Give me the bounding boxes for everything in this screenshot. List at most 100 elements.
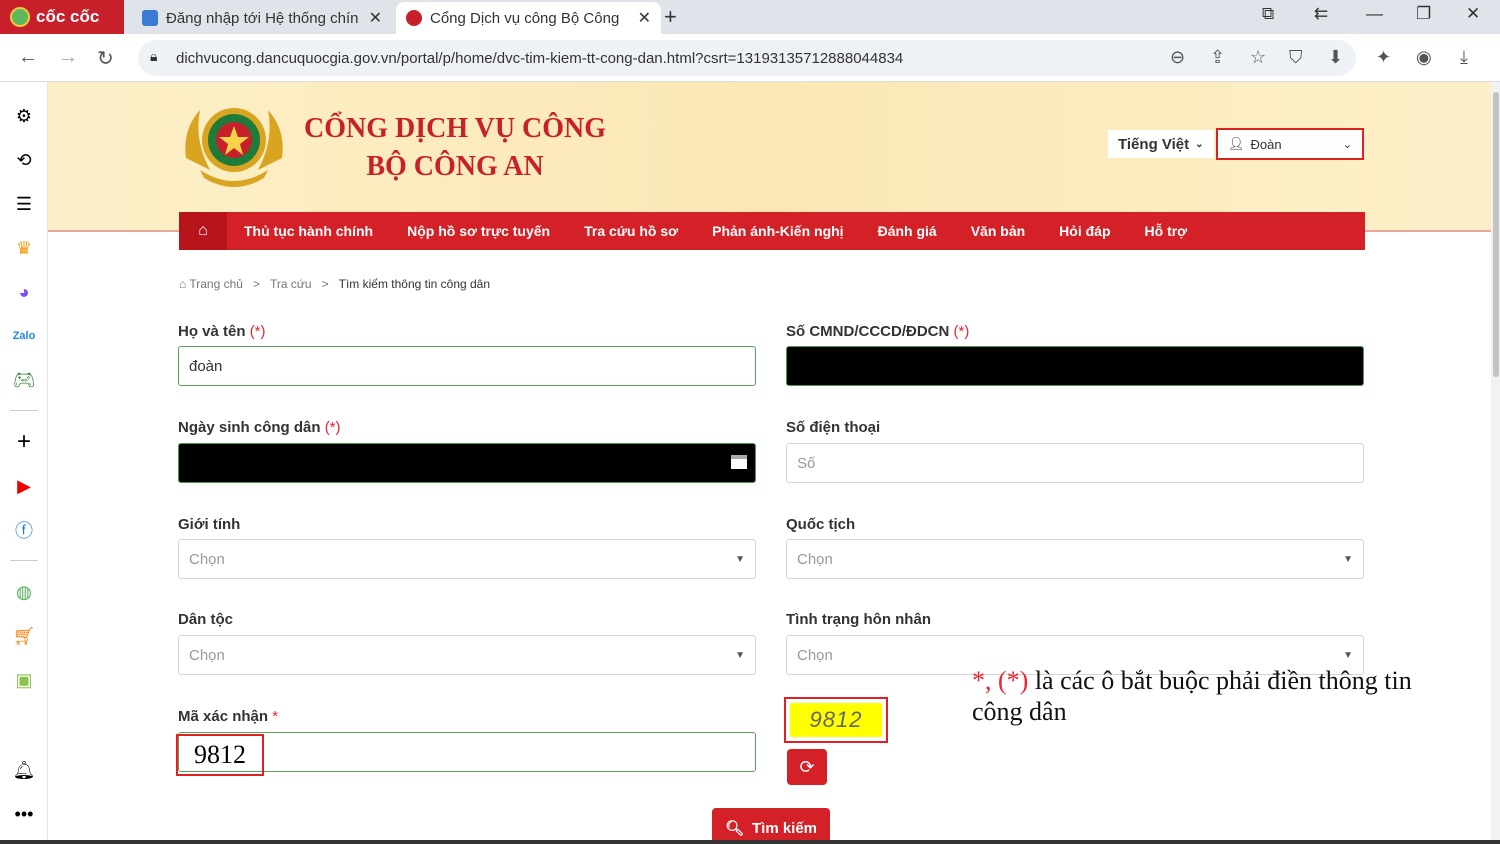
tab-strip: cốc cốc Đăng nhập tới Hệ thống chín ✕ Cổ…: [0, 0, 1500, 34]
main-nav: ⌂ Thủ tục hành chính Nộp hồ sơ trực tuyế…: [179, 212, 1365, 250]
new-tab-icon[interactable]: +: [664, 4, 677, 30]
tab-portal[interactable]: Cổng Dịch vụ công Bộ Công ✕: [396, 2, 661, 34]
app-icon[interactable]: ▣: [12, 668, 36, 692]
crown-icon[interactable]: ♛: [12, 236, 36, 260]
profile-icon[interactable]: ◉: [1416, 47, 1432, 68]
browser-brand: cốc cốc: [36, 7, 100, 26]
language-label: Tiếng Việt: [1118, 135, 1190, 153]
settings-icon[interactable]: ⚙: [12, 104, 36, 128]
nationality-select-value: Chọn: [797, 550, 833, 568]
nationality-label: Quốc tịch: [786, 516, 856, 533]
name-input[interactable]: đoàn: [178, 346, 756, 386]
portal-title: CỔNG DỊCH VỤ CÔNG BỘ CÔNG AN: [304, 110, 606, 186]
required-mark: (*): [953, 323, 970, 340]
gender-select-value: Chọn: [189, 550, 225, 568]
downloads-icon[interactable]: ⤓: [1460, 47, 1468, 68]
screenshot-icon[interactable]: ⧉: [1262, 4, 1274, 24]
user-menu[interactable]: 👤︎ Đoàn ⌄: [1216, 128, 1364, 160]
tab-login[interactable]: Đăng nhập tới Hệ thống chín ✕: [132, 2, 392, 34]
captcha-image-text: 9812: [790, 703, 882, 737]
shield-icon[interactable]: ⛉: [1289, 47, 1303, 68]
page-favicon-icon: [142, 10, 158, 26]
close-window-icon[interactable]: ✕: [1466, 4, 1480, 24]
zalo-icon[interactable]: Zalo: [12, 324, 36, 348]
id-number-label-text: Số CMND/CCCD/ĐDCN: [786, 323, 950, 340]
caret-down-icon: ▼: [735, 649, 745, 661]
ethnicity-select[interactable]: Chọn ▼: [178, 635, 756, 675]
page-scrollbar[interactable]: [1491, 82, 1500, 844]
breadcrumb-home[interactable]: ⌂ Trang chủ: [179, 277, 243, 291]
breadcrumb: ⌂ Trang chủ > Tra cứu > Tìm kiếm thông t…: [179, 277, 490, 291]
home-icon[interactable]: ⌂: [179, 212, 227, 250]
gender-select[interactable]: Chọn ▼: [178, 539, 756, 579]
history-icon[interactable]: ⟲: [12, 148, 36, 172]
phone-label: Số điện thoại: [786, 419, 881, 436]
lock-icon[interactable]: 🔒︎: [150, 48, 157, 65]
notification-bell-icon[interactable]: 🔔︎: [12, 758, 36, 782]
forward-icon[interactable]: →: [58, 46, 78, 69]
chevron-down-icon: ⌄: [1195, 138, 1204, 150]
back-icon[interactable]: ←: [18, 46, 38, 69]
tab-title: Đăng nhập tới Hệ thống chín: [166, 9, 359, 27]
nav-lookup-records[interactable]: Tra cứu hồ sơ: [567, 223, 695, 239]
coccoc-logo-icon: [10, 7, 30, 27]
coccoc-game-icon[interactable]: ◍: [12, 580, 36, 604]
nav-online-submission[interactable]: Nộp hồ sơ trực tuyến: [390, 223, 567, 239]
required-mark: *: [272, 708, 279, 725]
nav-rating[interactable]: Đánh giá: [861, 223, 954, 239]
close-tab-icon[interactable]: ✕: [638, 8, 651, 28]
search-button[interactable]: 🔍︎ Tìm kiếm: [712, 808, 830, 844]
nav-feedback[interactable]: Phản ánh-Kiến nghị: [695, 223, 860, 239]
required-mark: (*): [249, 323, 266, 340]
bookmark-star-icon[interactable]: ☆: [1250, 47, 1266, 68]
browser-logo[interactable]: cốc cốc: [0, 0, 124, 34]
breadcrumb-home-label: Trang chủ: [189, 277, 243, 291]
share-icon[interactable]: ⇪: [1210, 47, 1225, 68]
shopping-cart-icon[interactable]: 🛒︎: [12, 624, 36, 648]
download-site-icon[interactable]: ⬇: [1328, 47, 1343, 68]
nav-faq[interactable]: Hỏi đáp: [1042, 223, 1127, 239]
youtube-icon[interactable]: ▶: [12, 474, 36, 498]
ethnicity-label: Dân tộc: [178, 611, 234, 628]
tab-title: Cổng Dịch vụ công Bộ Công: [430, 9, 620, 27]
name-label: Họ và tên (*): [178, 323, 266, 340]
restore-icon[interactable]: ❐: [1416, 4, 1431, 24]
minimize-icon[interactable]: —: [1366, 4, 1383, 24]
nav-support[interactable]: Hỗ trợ: [1128, 223, 1205, 239]
breadcrumb-separator: >: [321, 277, 329, 291]
marital-status-label: Tình trạng hôn nhân: [786, 611, 931, 628]
breadcrumb-lookup[interactable]: Tra cứu: [270, 277, 312, 291]
home-icon: ⌂: [179, 277, 187, 291]
breadcrumb-current: Tìm kiếm thông tin công dân: [338, 277, 491, 291]
chevron-down-icon: ⌄: [1342, 138, 1352, 151]
close-tab-icon[interactable]: ✕: [369, 8, 382, 28]
note-text: là các ô bắt buộc phải điền thông tin cô…: [972, 666, 1412, 726]
dob-input[interactable]: [178, 443, 756, 483]
facebook-icon[interactable]: ⓕ: [12, 518, 36, 542]
captcha-input[interactable]: [178, 732, 756, 772]
more-icon[interactable]: •••: [12, 802, 36, 826]
user-name: Đoàn: [1250, 136, 1282, 152]
reload-icon[interactable]: ↻: [97, 46, 114, 71]
caret-down-icon: ▼: [735, 553, 745, 565]
sidebar-divider: [10, 410, 38, 411]
nav-procedures[interactable]: Thủ tục hành chính: [227, 223, 390, 239]
refresh-captcha-button[interactable]: ⟳: [787, 749, 827, 785]
nav-documents[interactable]: Văn bản: [954, 223, 1042, 239]
back-forward-list-icon[interactable]: ⇇: [1314, 4, 1328, 24]
reading-list-icon[interactable]: ☰: [12, 192, 36, 216]
scrollbar-thumb[interactable]: [1493, 92, 1499, 377]
language-selector[interactable]: Tiếng Việt ⌄: [1108, 130, 1214, 158]
add-icon[interactable]: +: [12, 428, 36, 455]
id-number-input[interactable]: [786, 346, 1364, 386]
browser-toolbar: ← → ↻ 🔒︎ dichvucong.dancuquocgia.gov.vn/…: [0, 34, 1500, 82]
taskbar-edge: [0, 840, 1500, 844]
zoom-out-icon[interactable]: ⊖: [1170, 47, 1185, 68]
calendar-icon[interactable]: [731, 455, 747, 469]
id-number-label: Số CMND/CCCD/ĐDCN (*): [786, 323, 969, 340]
extensions-icon[interactable]: ✦: [1376, 47, 1391, 68]
phone-input[interactable]: Số: [786, 443, 1364, 483]
messenger-icon[interactable]: ◕: [12, 280, 36, 304]
game-controller-icon[interactable]: 🎮︎: [12, 368, 36, 392]
nationality-select[interactable]: Chọn ▼: [786, 539, 1364, 579]
